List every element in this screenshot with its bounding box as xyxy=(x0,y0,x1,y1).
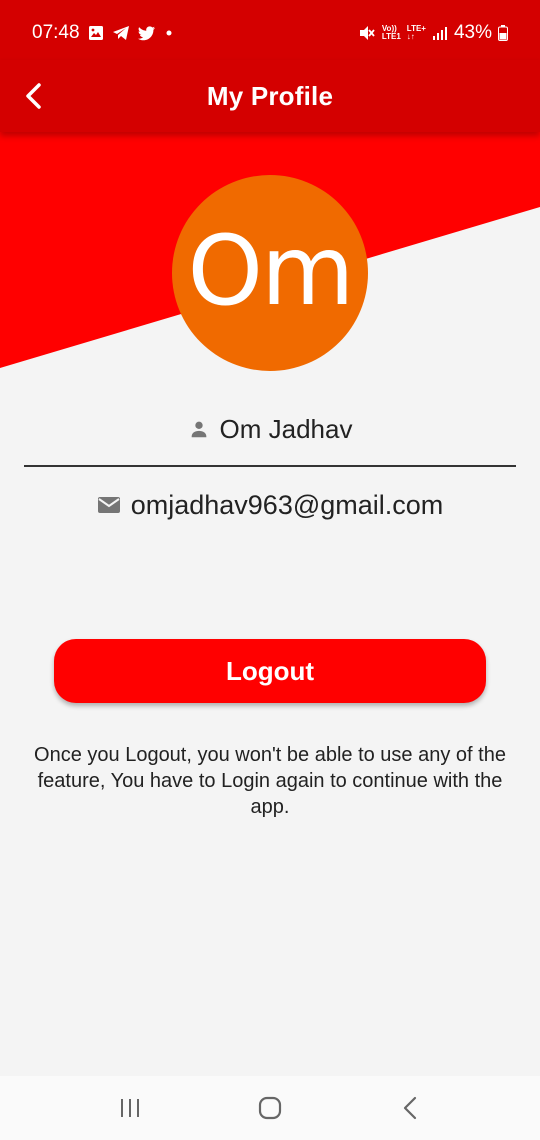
signal-icon xyxy=(432,26,448,40)
back-button[interactable] xyxy=(14,76,54,116)
divider xyxy=(24,465,516,467)
profile-email: omjadhav963@gmail.com xyxy=(130,489,444,520)
name-row: Om Jadhav xyxy=(0,408,540,450)
data-arrows-icon: ↓↑ xyxy=(406,32,415,41)
mail-icon xyxy=(97,497,120,513)
logout-button[interactable]: Logout xyxy=(54,639,486,703)
lte-plus-label: LTE+ ↓↑ xyxy=(407,25,426,41)
page-title: My Profile xyxy=(206,80,334,111)
chevron-left-icon xyxy=(26,83,41,109)
avatar: Om xyxy=(172,175,368,371)
system-back-button[interactable] xyxy=(380,1078,440,1138)
home-button[interactable] xyxy=(240,1078,300,1138)
gallery-icon xyxy=(88,25,104,41)
twitter-icon xyxy=(137,25,156,41)
logout-note: Once you Logout, you won't be able to us… xyxy=(34,744,506,818)
person-icon xyxy=(191,421,206,438)
recent-apps-button[interactable] xyxy=(100,1078,160,1138)
recent-apps-icon xyxy=(121,1099,139,1117)
notification-dot-icon xyxy=(164,28,174,38)
network-type: Vo)) LTE1 xyxy=(382,25,401,41)
avatar-initials: Om xyxy=(187,215,354,327)
system-nav-bar xyxy=(0,1076,540,1140)
email-row: omjadhav963@gmail.com xyxy=(0,484,540,526)
battery-icon xyxy=(498,25,508,41)
status-bar-right: Vo)) LTE1 LTE+ ↓↑ 43% xyxy=(358,22,508,44)
mute-icon xyxy=(358,24,376,42)
battery-percent: 43% xyxy=(453,22,492,43)
profile-name: Om Jadhav xyxy=(219,413,353,444)
status-time: 07:48 xyxy=(32,22,80,43)
home-icon xyxy=(258,1096,282,1120)
network-bottom: LTE1 xyxy=(381,32,401,41)
app-bar: My Profile xyxy=(0,60,540,132)
telegram-icon xyxy=(112,25,130,41)
status-bar-left: 07:48 xyxy=(32,22,174,44)
back-icon xyxy=(403,1096,417,1120)
status-bar: 07:48 Vo)) LTE1 LTE+ ↓↑ 43% xyxy=(0,0,540,66)
